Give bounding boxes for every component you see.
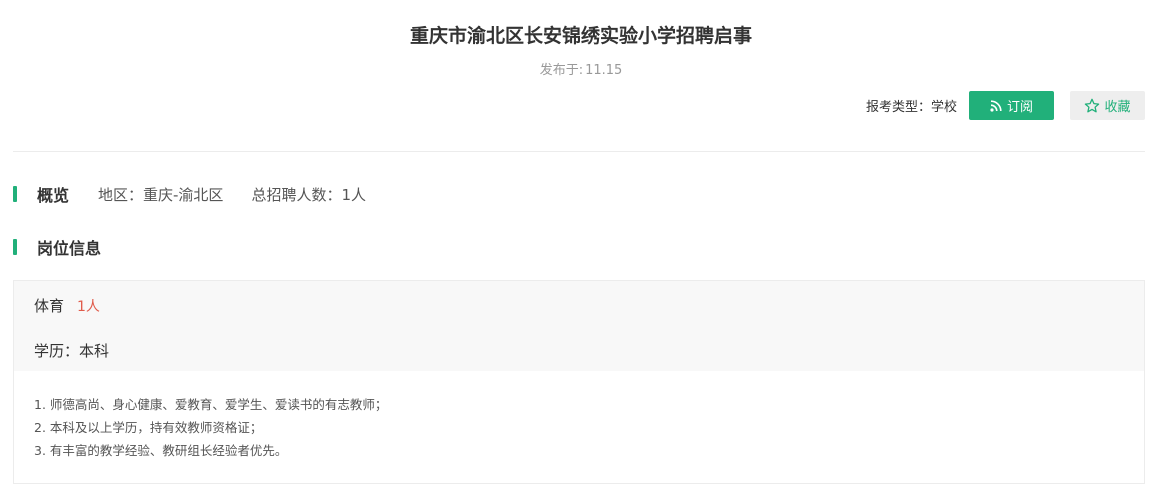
job-education: 学历：本科 bbox=[34, 342, 110, 360]
section-marker bbox=[13, 186, 17, 202]
publish-date: 11.15 bbox=[585, 63, 623, 78]
job-requirements: 1. 师德高尚、身心健康、爱教育、爱学生、爱读书的有志教师； 2. 本科及以上学… bbox=[34, 393, 387, 462]
publish-label: 发布于: bbox=[539, 63, 584, 78]
requirement-item: 1. 师德高尚、身心健康、爱教育、爱学生、爱读书的有志教师； bbox=[34, 397, 388, 412]
job-name: 体育 bbox=[34, 297, 65, 315]
job-summary: 体育 1人 学历：本科 bbox=[14, 281, 1144, 371]
overview-title: 概览 bbox=[37, 186, 70, 205]
subscribe-label: 订阅 bbox=[1006, 100, 1033, 115]
favorite-label: 收藏 bbox=[1104, 100, 1131, 115]
page-title: 重庆市渝北区长安锦绣实验小学招聘启事 bbox=[409, 25, 752, 47]
job-count: 1人 bbox=[77, 299, 100, 315]
requirement-item: 3. 有丰富的教学经验、教研组长经验者优先。 bbox=[34, 443, 288, 458]
favorite-button[interactable]: 收藏 bbox=[1070, 91, 1145, 120]
overview-section: 概览 地区：重庆-渝北区 总招聘人数：1人 bbox=[13, 185, 366, 205]
total-hiring-info: 总招聘人数：1人 bbox=[251, 185, 366, 204]
header-actions: 报考类型：学校 订阅 收藏 bbox=[866, 91, 1145, 120]
positions-title: 岗位信息 bbox=[37, 239, 102, 258]
subscribe-button[interactable]: 订阅 bbox=[969, 91, 1054, 120]
star-icon bbox=[1084, 98, 1100, 114]
positions-section-header: 岗位信息 bbox=[13, 238, 102, 258]
header-divider bbox=[13, 151, 1145, 152]
rss-icon bbox=[990, 99, 1002, 112]
section-marker bbox=[13, 239, 17, 255]
job-card: 体育 1人 学历：本科 1. 师德高尚、身心健康、爱教育、爱学生、爱读书的有志教… bbox=[13, 280, 1145, 484]
requirement-item: 2. 本科及以上学历，持有效教师资格证； bbox=[34, 420, 263, 435]
job-name-row: 体育 1人 bbox=[34, 295, 100, 316]
page-header: 重庆市渝北区长安锦绣实验小学招聘启事 发布于: 11.15 报考类型：学校 订阅 … bbox=[0, 0, 1162, 152]
exam-type: 报考类型：学校 bbox=[865, 100, 957, 115]
region-info: 地区：重庆-渝北区 bbox=[98, 185, 224, 204]
publish-info: 发布于: 11.15 bbox=[0, 62, 1162, 80]
